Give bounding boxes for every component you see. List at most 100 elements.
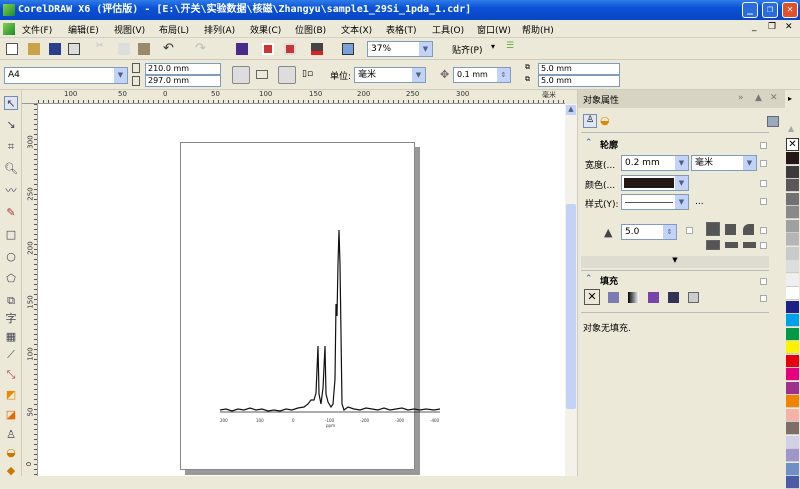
connector-tool-icon[interactable]: ⤡ [4,368,18,382]
text-tool-icon[interactable]: 字 [4,312,18,326]
checkbox[interactable] [760,278,767,285]
landscape-button[interactable] [256,70,268,79]
round-cap-button[interactable] [725,242,738,248]
menu-text[interactable]: 文本(X) [341,23,372,36]
outline-pen-tool-icon[interactable]: ♙ [4,428,18,442]
smart-fill-tool-icon[interactable]: ✎ [4,206,18,220]
color-swatch[interactable] [786,395,799,408]
texture-fill-button[interactable] [668,292,679,303]
menu-tools[interactable]: 工具(O) [432,23,464,36]
basic-shapes-tool-icon[interactable]: ⧉ [4,294,18,308]
color-swatch[interactable] [786,314,799,327]
expand-more-button[interactable]: ▼ [581,256,769,268]
menu-edit[interactable]: 编辑(E) [68,23,99,36]
vertical-scrollbar[interactable]: ▲ [565,104,577,476]
color-swatch[interactable] [786,233,799,246]
checkbox[interactable] [760,180,767,187]
bevel-join-button[interactable] [743,224,754,235]
eyedropper-tool-icon[interactable]: ◪ [4,408,18,422]
duplicate-x-field[interactable]: 5.0 mm [538,63,620,75]
postscript-fill-button[interactable] [688,292,699,303]
menu-window[interactable]: 窗口(W) [477,23,511,36]
blend-tool-icon[interactable]: ◩ [4,388,18,402]
palette-menu-icon[interactable]: ▸ [788,94,792,103]
docker-close-icon[interactable]: ✕ [770,93,778,103]
expand-icon[interactable]: » [738,93,744,103]
vertical-ruler[interactable]: 300 250 200 150 100 50 0 [22,104,38,476]
color-swatch[interactable] [786,381,799,395]
color-swatch[interactable] [786,408,799,422]
menu-view[interactable]: 视图(V) [114,23,145,36]
color-swatch[interactable] [786,206,799,219]
fountain-fill-button[interactable] [628,292,639,303]
doc-close-button[interactable]: ✕ [785,22,793,32]
ellipse-tool-icon[interactable]: ○ [4,250,18,264]
color-swatch[interactable] [786,449,799,462]
zoom-tool-icon[interactable]: 🔍︎ [4,162,18,176]
horizontal-ruler[interactable]: 100 50 0 50 100 150 200 250 300 毫米 [22,90,565,104]
checkbox[interactable] [686,227,693,234]
menu-file[interactable]: 文件(F) [22,23,52,36]
pick-tool-icon[interactable]: ↖ [4,96,18,110]
no-color-swatch[interactable]: ✕ [786,138,799,151]
export-icon[interactable] [262,43,274,55]
color-swatch[interactable] [786,287,799,300]
table-tool-icon[interactable]: ▦ [4,330,18,344]
outline-color-select[interactable]: ▼ [621,175,689,191]
miter-join-button[interactable] [706,222,720,236]
color-swatch[interactable] [786,192,799,206]
menu-effects[interactable]: 效果(C) [250,23,281,36]
menu-bitmaps[interactable]: 位图(B) [295,23,326,36]
welcome-screen-icon[interactable] [342,43,354,55]
paste-icon[interactable] [138,43,150,55]
options-icon[interactable]: ☰ [506,41,518,53]
application-launcher-icon[interactable] [284,43,296,55]
spinner-icon[interactable]: ⇕ [497,68,510,82]
color-swatch[interactable] [786,368,799,381]
butt-cap-button[interactable] [706,240,720,250]
menu-table[interactable]: 表格(T) [386,23,417,36]
color-swatch[interactable] [786,260,799,273]
outline-style-select[interactable]: ▼ [621,194,689,210]
current-page-button[interactable]: ▯▫ [302,69,314,81]
page-height-field[interactable]: 297.0 mm [145,75,221,87]
crop-tool-icon[interactable]: ⌗ [4,140,18,154]
color-swatch[interactable] [786,179,799,192]
new-icon[interactable] [6,43,18,55]
doc-restore-button[interactable]: ❐ [768,22,776,32]
miter-limit-field[interactable]: 5.0 ⇕ [621,224,677,240]
print-icon[interactable] [68,43,80,55]
duplicate-y-field[interactable]: 5.0 mm [538,75,620,87]
scroll-up-button[interactable]: ▲ [566,105,576,115]
copy-icon[interactable] [118,43,130,55]
page-size-select[interactable]: A4 ▼ [4,67,128,84]
outline-width-select[interactable]: 0.2 mm ▼ [621,155,689,171]
fill-tool-icon[interactable]: ◒ [4,446,18,460]
fill-collapse-icon[interactable]: ⌃ [585,274,593,284]
checkbox[interactable] [760,198,767,205]
outline-unit-select[interactable]: 毫米 ▼ [691,155,757,171]
drawing-canvas[interactable]: 200 100 0 -100 -200 -300 -400 ppm [38,104,565,476]
checkbox[interactable] [760,142,767,149]
fill-tab-icon[interactable]: ◒ [600,114,610,127]
polygon-tool-icon[interactable]: ⬠ [4,272,18,286]
zoom-level-select[interactable]: 37% ▼ [367,41,433,57]
open-icon[interactable] [28,43,40,55]
round-join-button[interactable] [725,224,736,235]
snap-to-button[interactable]: 贴齐(P) [452,43,482,56]
more-styles-button[interactable]: ... [695,197,704,207]
color-swatch[interactable] [786,435,799,449]
undo-icon[interactable]: ↶ [163,41,175,56]
palette-scroll-up-icon[interactable]: ▲ [788,124,794,133]
color-swatch[interactable] [786,219,799,233]
checkbox[interactable] [760,295,767,302]
nmr-spectrum-graphic[interactable] [38,104,565,476]
scrollbar-thumb[interactable] [566,204,576,409]
snap-dropdown-icon[interactable]: ▾ [491,42,503,54]
color-swatch[interactable] [786,165,799,179]
spinner-icon[interactable]: ⇕ [663,225,676,239]
color-swatch[interactable] [786,462,799,476]
import-icon[interactable] [236,43,248,55]
color-swatch[interactable] [786,354,799,368]
color-swatch[interactable] [786,327,799,341]
